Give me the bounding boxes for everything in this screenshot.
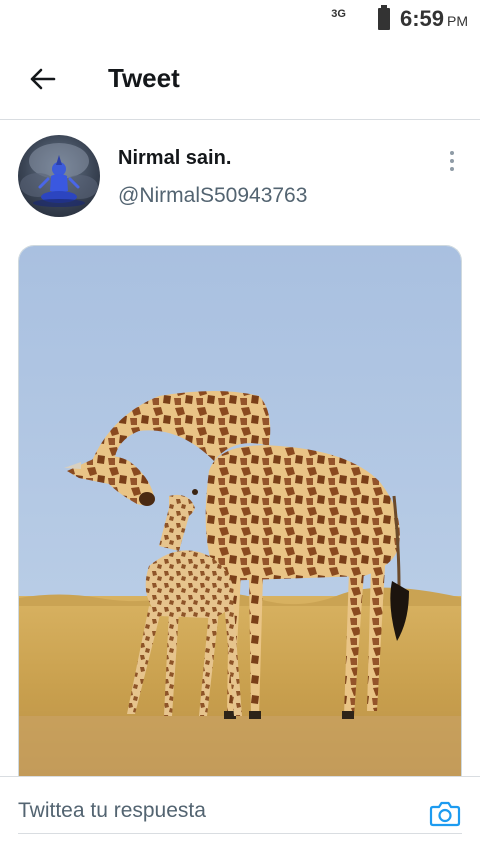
author-name[interactable]: Nirmal sain. (118, 147, 231, 170)
tweet-media-image[interactable] (18, 245, 462, 776)
reply-underline (18, 833, 462, 834)
arrow-left-icon (30, 68, 56, 89)
reply-input[interactable] (18, 791, 418, 831)
camera-button[interactable] (428, 797, 462, 831)
more-vertical-icon (450, 151, 454, 155)
app-header: Tweet (0, 38, 480, 120)
clock: 6:59 PM (400, 6, 468, 32)
network-indicator: 3G (331, 8, 346, 20)
page-title: Tweet (108, 63, 180, 93)
reply-bar (0, 776, 480, 854)
battery-icon (377, 5, 390, 30)
clock-ampm: PM (447, 13, 468, 29)
more-vertical-icon-dot (450, 159, 454, 163)
avatar[interactable] (18, 135, 100, 217)
giraffe-photo (19, 246, 461, 776)
camera-icon (429, 801, 461, 827)
clock-time: 6:59 (399, 6, 444, 31)
author-handle[interactable]: @NirmalS50943763 (118, 184, 307, 208)
avatar-image (20, 143, 98, 207)
more-vertical-icon-dot (450, 167, 454, 171)
back-button[interactable] (12, 49, 72, 109)
tweet-author-row: Nirmal sain. @NirmalS50943763 (0, 120, 480, 240)
status-bar: 3G 6:59 PM (0, 0, 480, 38)
more-options-button[interactable] (438, 146, 466, 176)
